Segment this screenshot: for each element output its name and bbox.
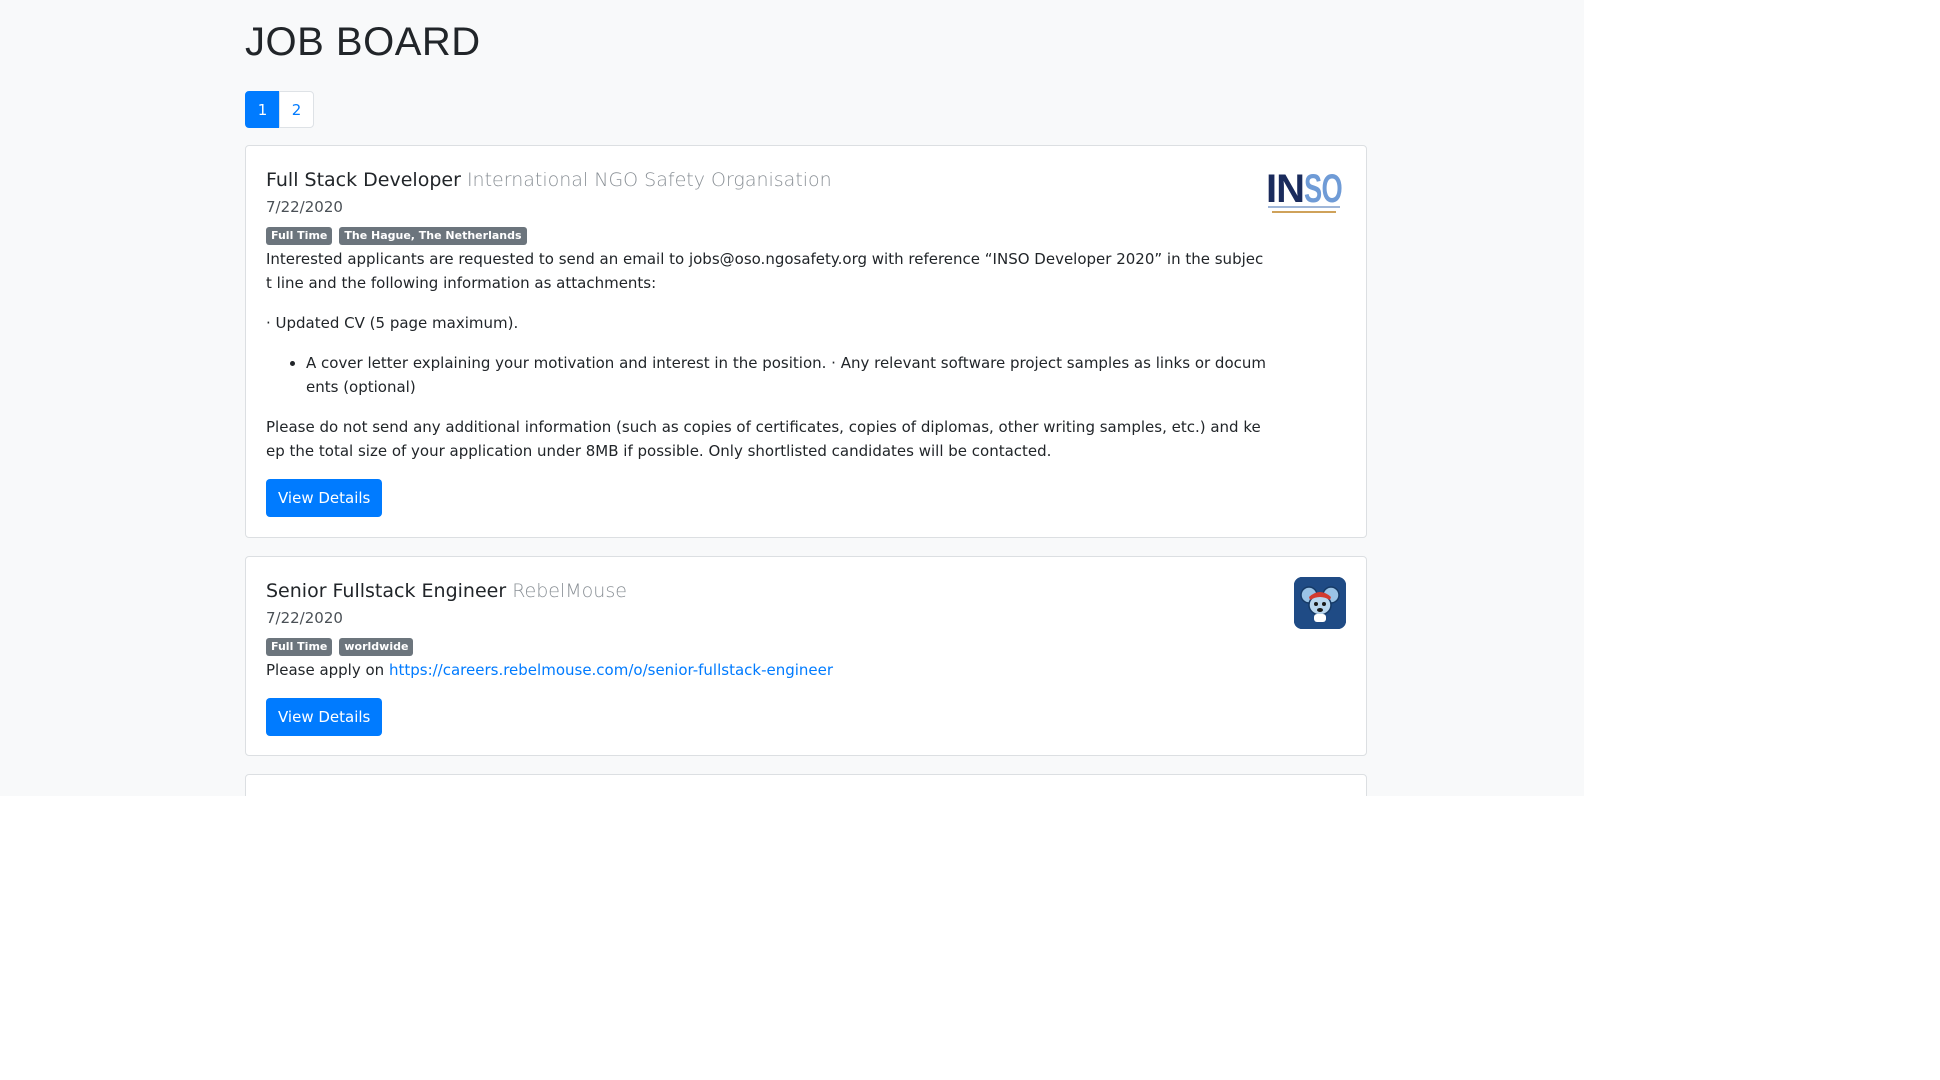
- job-title: Full Stack Developer: [266, 169, 461, 191]
- apply-text: Please apply on: [266, 661, 385, 679]
- description-paragraph: Please apply on https://careers.rebelmou…: [266, 658, 1266, 682]
- page-viewport: JOB BOARD 1 2 Full Stack Developer Inter…: [0, 0, 1584, 796]
- inso-logo-text-dark: IN: [1266, 167, 1304, 211]
- pagination: 1 2: [245, 91, 314, 128]
- apply-link[interactable]: https://careers.rebelmouse.com/o/senior-…: [389, 661, 833, 679]
- job-heading: Senior Fullstack Engineer RebelMouse: [266, 577, 1346, 605]
- job-badges: Full Time worldwide: [266, 638, 1346, 656]
- page-1-link[interactable]: 1: [245, 91, 280, 128]
- job-type-badge: Full Time: [266, 638, 333, 656]
- inso-logo-text-light: SO: [1304, 167, 1342, 211]
- job-title: Senior Fullstack Engineer: [266, 580, 507, 602]
- company-name: RebelMouse: [512, 580, 627, 602]
- description-paragraph: Interested applicants are requested to s…: [266, 250, 1264, 292]
- job-date: 7/22/2020: [266, 609, 343, 627]
- job-date: 7/22/2020: [266, 198, 343, 216]
- location-badge: The Hague, The Netherlands: [339, 227, 527, 245]
- description-list: A cover letter explaining your motivatio…: [266, 351, 1266, 399]
- job-description: Please apply on https://careers.rebelmou…: [266, 658, 1266, 682]
- job-heading: Full Stack Developer International NGO S…: [266, 166, 1346, 194]
- inso-logo: IN SO: [1266, 166, 1344, 216]
- job-description: Interested applicants are requested to s…: [266, 247, 1266, 463]
- job-card: [245, 774, 1367, 796]
- company-name: International NGO Safety Organisation: [466, 169, 832, 191]
- description-paragraph: · Updated CV (5 page maximum).: [266, 314, 519, 332]
- rebelmouse-logo: [1294, 577, 1346, 629]
- job-badges: Full Time The Hague, The Netherlands: [266, 227, 1346, 245]
- description-paragraph: Please do not send any additional inform…: [266, 418, 1261, 460]
- view-details-button[interactable]: View Details: [266, 479, 383, 517]
- list-item: A cover letter explaining your motivatio…: [306, 351, 1266, 399]
- location-badge: worldwide: [339, 638, 414, 656]
- page-title: JOB BOARD: [245, 20, 481, 64]
- job-card: Full Stack Developer International NGO S…: [245, 145, 1367, 538]
- job-card: Senior Fullstack Engineer RebelMouse 7/2…: [245, 556, 1367, 756]
- job-type-badge: Full Time: [266, 227, 333, 245]
- view-details-button[interactable]: View Details: [266, 698, 383, 736]
- page-2-link[interactable]: 2: [279, 91, 314, 128]
